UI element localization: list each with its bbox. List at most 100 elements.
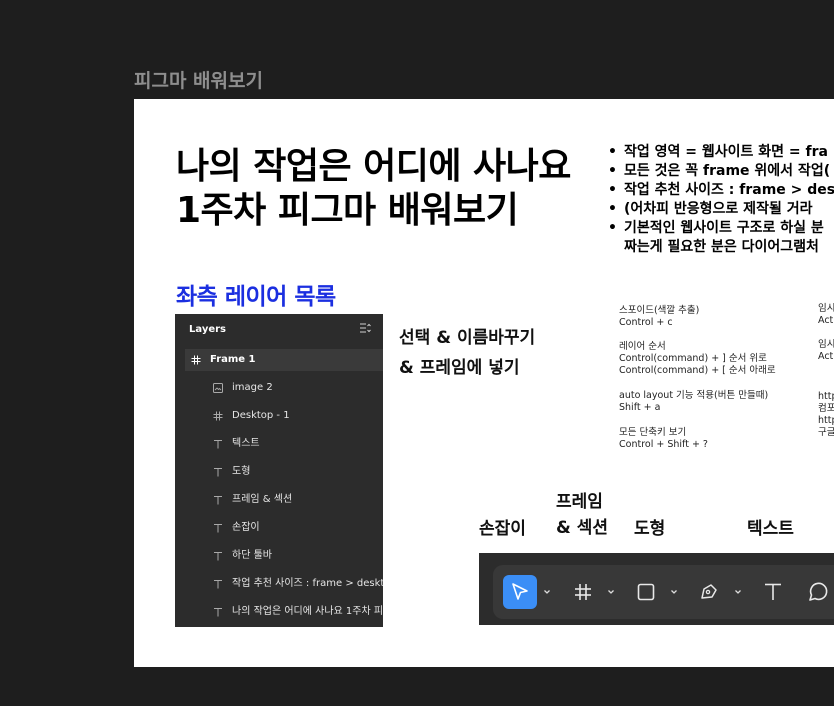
layer-label: image 2 bbox=[232, 382, 273, 393]
shortcut-line: Control(command) + ] 순서 위로 bbox=[619, 353, 767, 364]
layer-label: Frame 1 bbox=[210, 354, 256, 365]
chevron-down-icon[interactable] bbox=[733, 587, 743, 597]
section-title: 좌측 레이어 목록 bbox=[176, 284, 336, 310]
bullet-text: (어차피 반응형으로 제작될 거라 bbox=[624, 201, 813, 217]
layer-row[interactable]: 프레임 & 섹션 bbox=[185, 489, 383, 511]
text-icon bbox=[211, 545, 225, 567]
text-icon bbox=[211, 461, 225, 483]
text-icon bbox=[211, 573, 225, 595]
frame-hash-icon bbox=[575, 584, 591, 600]
chevron-down-icon[interactable] bbox=[669, 587, 679, 597]
layer-row[interactable]: image 2 bbox=[185, 377, 383, 399]
bullet-item: 기본적인 웹사이트 구조로 하실 분짜는게 필요한 분은 다이어그램처 bbox=[608, 219, 834, 257]
layer-row[interactable]: 도형 bbox=[185, 461, 383, 483]
label-text: 텍스트 bbox=[747, 519, 794, 539]
page-heading: 나의 작업은 어디에 사나요 1주차 피그마 배워보기 bbox=[176, 145, 571, 233]
frame-tool-button[interactable] bbox=[566, 575, 600, 609]
text-icon bbox=[211, 601, 225, 623]
shortcut-all: 모든 단축키 보기 Control + Shift + ? bbox=[619, 427, 708, 451]
bullet-text: 모든 것은 꼭 frame 위에서 작업( bbox=[624, 163, 831, 179]
shortcut-line: 컴포 bbox=[818, 403, 834, 414]
chevron-down-icon[interactable] bbox=[542, 587, 552, 597]
canvas-frame[interactable]: 나의 작업은 어디에 사나요 1주차 피그마 배워보기 작업 영역 = 웹사이트… bbox=[134, 99, 834, 667]
label-frame-line-1: 프레임 bbox=[556, 492, 603, 512]
bottom-toolbar bbox=[479, 553, 834, 625]
layer-label: 나의 작업은 어디에 사나요 1주차 피그마 bbox=[232, 606, 383, 617]
bullet-text: 작업 영역 = 웹사이트 화면 = fra bbox=[624, 144, 828, 160]
comment-tool-button[interactable] bbox=[801, 575, 834, 609]
layer-label: 프레임 & 섹션 bbox=[232, 494, 293, 505]
layer-label: 작업 추천 사이즈 : frame > desktop : bbox=[232, 578, 383, 589]
layer-row[interactable]: 하단 툴바 bbox=[185, 545, 383, 567]
layers-header: Layers bbox=[189, 324, 226, 335]
bullet-text: 기본적인 웹사이트 구조로 하실 분 bbox=[624, 220, 824, 236]
shortcut-line: Control + c bbox=[619, 317, 673, 328]
text-icon bbox=[211, 517, 225, 539]
layer-tip-line-1: 선택 & 이름바꾸기 bbox=[399, 328, 536, 348]
shortcut-right-3: http 컴포 http 구글 bbox=[818, 391, 834, 439]
text-icon bbox=[211, 489, 225, 511]
shortcut-layer-order: 레이어 순서 Control(command) + ] 순서 위로 Contro… bbox=[619, 341, 776, 377]
bullet-continuation: 짜는게 필요한 분은 다이어그램처 bbox=[624, 239, 819, 255]
text-tool-icon bbox=[765, 583, 781, 600]
text-icon bbox=[211, 433, 225, 455]
shortcut-line: 구글 bbox=[818, 427, 834, 438]
shortcut-line: 스포이드(색깔 추출) bbox=[619, 305, 700, 316]
shortcut-line: 임시 bbox=[818, 339, 834, 350]
pen-icon bbox=[701, 584, 717, 599]
move-cursor-icon bbox=[512, 583, 528, 600]
label-frame-section: 프레임 & 섹션 bbox=[556, 489, 608, 541]
toolbar-track bbox=[493, 565, 834, 619]
bullet-text: 작업 추천 사이즈 : frame > des bbox=[624, 182, 834, 198]
layers-panel: Layers Frame 1 image 2 Desktop - 1 텍스트도형프레임… bbox=[175, 314, 383, 627]
comment-icon bbox=[809, 582, 828, 601]
layer-tip: 선택 & 이름바꾸기 & 프레임에 넣기 bbox=[399, 323, 535, 383]
shortcut-line: 모든 단축키 보기 bbox=[619, 427, 687, 438]
heading-line-1: 나의 작업은 어디에 사나요 bbox=[176, 146, 571, 187]
layer-label: 도형 bbox=[232, 466, 251, 477]
chevron-down-icon[interactable] bbox=[606, 587, 616, 597]
layer-label: 손잡이 bbox=[232, 522, 260, 533]
layer-label: 텍스트 bbox=[232, 438, 260, 449]
shortcut-line: Act bbox=[818, 315, 834, 326]
layer-label: Desktop - 1 bbox=[232, 410, 290, 421]
shortcut-line: Shift + a bbox=[619, 402, 661, 413]
layer-row[interactable]: 텍스트 bbox=[185, 433, 383, 455]
info-bullet-list: 작업 영역 = 웹사이트 화면 = fra 모든 것은 꼭 frame 위에서 … bbox=[608, 143, 834, 257]
shortcut-line: 임시 bbox=[818, 303, 834, 314]
bullet-item: (어차피 반응형으로 제작될 거라 bbox=[608, 200, 834, 219]
move-tool-button[interactable] bbox=[503, 575, 537, 609]
frame-title[interactable]: 피그마 배워보기 bbox=[134, 66, 263, 93]
shortcut-line: http bbox=[818, 391, 834, 402]
layer-row[interactable]: 손잡이 bbox=[185, 517, 383, 539]
shortcut-line: Act bbox=[818, 351, 834, 362]
layer-row[interactable]: Desktop - 1 bbox=[185, 405, 383, 427]
collapse-layers-icon[interactable] bbox=[360, 322, 371, 334]
pen-tool-button[interactable] bbox=[692, 575, 726, 609]
label-shape: 도형 bbox=[634, 519, 666, 539]
layer-row[interactable]: 작업 추천 사이즈 : frame > desktop : bbox=[185, 573, 383, 595]
label-frame-line-2: & 섹션 bbox=[556, 518, 609, 538]
layer-row[interactable]: 나의 작업은 어디에 사나요 1주차 피그마 bbox=[185, 601, 383, 623]
shortcut-eyedropper: 스포이드(색깔 추출) Control + c bbox=[619, 305, 699, 329]
shortcut-right-2: 임시 Act bbox=[818, 339, 834, 363]
shortcut-line: auto layout 기능 적용(버튼 만들때) bbox=[619, 390, 769, 401]
heading-line-2: 1주차 피그마 배워보기 bbox=[176, 190, 519, 231]
layer-row[interactable]: Frame 1 bbox=[185, 349, 383, 371]
frame-icon bbox=[211, 405, 225, 427]
bullet-item: 모든 것은 꼭 frame 위에서 작업( bbox=[608, 162, 834, 181]
layer-label: 하단 툴바 bbox=[232, 550, 272, 561]
rectangle-icon bbox=[637, 583, 655, 601]
layer-tip-line-2: & 프레임에 넣기 bbox=[399, 358, 520, 378]
shortcut-line: Control + Shift + ? bbox=[619, 439, 708, 450]
label-handle: 손잡이 bbox=[479, 519, 526, 539]
image-icon bbox=[211, 377, 225, 399]
shape-tool-button[interactable] bbox=[629, 575, 663, 609]
frame-icon bbox=[189, 349, 203, 371]
shortcut-auto-layout: auto layout 기능 적용(버튼 만들때) Shift + a bbox=[619, 390, 768, 414]
bullet-item: 작업 추천 사이즈 : frame > des bbox=[608, 181, 834, 200]
text-tool-button[interactable] bbox=[756, 575, 790, 609]
bullet-item: 작업 영역 = 웹사이트 화면 = fra bbox=[608, 143, 834, 162]
shortcut-line: Control(command) + [ 순서 아래로 bbox=[619, 365, 776, 376]
shortcut-line: 레이어 순서 bbox=[619, 341, 666, 352]
